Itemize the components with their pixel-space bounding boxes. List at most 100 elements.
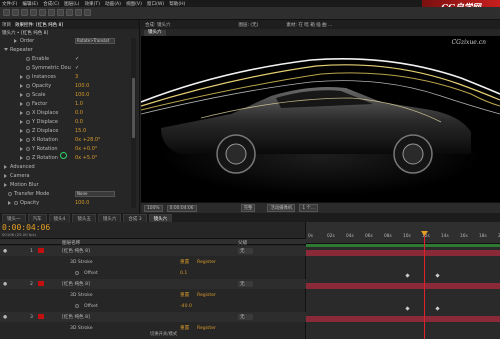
comp-title[interactable]: 合成: 镜头六 — [145, 22, 170, 28]
effect-property-row[interactable]: Scale 100.0 — [0, 91, 140, 99]
camera-tool-icon[interactable] — [39, 9, 46, 16]
parent-dropdown[interactable]: 无 — [238, 314, 253, 320]
pan-tool-icon[interactable] — [48, 9, 55, 16]
layer-row[interactable]: ● 3 [红色 纯色 8] 无 — [0, 312, 306, 322]
timeline-tab[interactable]: 镜头一 — [2, 214, 26, 222]
property-dropdown[interactable]: Rotate>Translat — [75, 38, 115, 44]
pen-tool-icon[interactable] — [66, 9, 73, 16]
menu-item[interactable]: 视图(V) — [126, 1, 142, 7]
effect-property-row[interactable]: Factor 1.0 — [0, 100, 140, 108]
expand-right-icon[interactable] — [8, 201, 12, 205]
hand-tool-icon[interactable] — [12, 9, 19, 16]
work-area-bar[interactable] — [306, 244, 500, 247]
stopwatch-icon[interactable] — [14, 201, 18, 205]
scrollbar-thumb[interactable] — [132, 78, 135, 138]
timeline-tab[interactable]: 镜头4 — [48, 214, 71, 222]
rotate-tool-icon[interactable] — [30, 9, 37, 16]
effect-name[interactable]: 3D Stroke — [70, 326, 93, 331]
zoom-dropdown[interactable]: 100% — [144, 204, 163, 212]
current-time-indicator[interactable] — [424, 231, 425, 339]
footage-title[interactable]: 素材: 在 暗 箱 插 曲 ... — [286, 22, 332, 28]
stopwatch-icon[interactable] — [75, 271, 79, 275]
camera-dropdown[interactable]: 活动摄像机 — [267, 204, 296, 212]
menu-item[interactable]: 图层(L) — [64, 1, 79, 7]
parent-dropdown[interactable]: 无 — [238, 281, 253, 287]
effect-property-row[interactable]: Opacity 100.0 — [0, 82, 140, 90]
expand-right-icon[interactable] — [20, 129, 24, 133]
stopwatch-icon[interactable] — [26, 129, 30, 133]
stopwatch-icon[interactable] — [26, 66, 30, 70]
resolution-dropdown[interactable]: 完整 — [240, 204, 256, 212]
timeline-tab[interactable]: 镜头五 — [72, 214, 96, 222]
effect-property-row[interactable]: Opacity 100.0 — [0, 199, 140, 207]
property-value[interactable]: 1.0 — [75, 101, 83, 107]
property-value[interactable]: 3 — [75, 74, 78, 80]
layer-duration-bar[interactable] — [306, 250, 500, 256]
current-time-display[interactable]: 0:00:04:06 — [166, 204, 197, 212]
stopwatch-icon[interactable] — [26, 57, 30, 61]
property-value[interactable]: 100.0 — [75, 83, 89, 89]
expand-right-icon[interactable] — [4, 165, 8, 169]
register-link[interactable]: Register — [197, 293, 216, 298]
timeline-tab[interactable]: 镜头六 — [97, 214, 122, 222]
effect-property-row[interactable]: Enable ✓ — [0, 55, 140, 63]
effect-property-row[interactable]: Symmetric Dou ✓ — [0, 64, 140, 72]
expand-right-icon[interactable] — [20, 120, 24, 124]
property-value[interactable]: 0.0 — [75, 110, 83, 116]
switches-modes-toggle[interactable]: 切换开关/模式 — [150, 331, 177, 337]
stopwatch-icon[interactable] — [26, 75, 30, 79]
menu-item[interactable]: 编辑(E) — [22, 1, 38, 7]
visibility-eye-icon[interactable]: ● — [3, 282, 7, 287]
expand-right-icon[interactable] — [4, 174, 8, 178]
layer-row[interactable]: ● 1 [红色 纯色 8] 无 — [0, 246, 306, 256]
property-row[interactable]: Offset -40.0 — [0, 301, 306, 311]
effect-property-row[interactable]: Order Rotate>Translat — [0, 37, 140, 45]
mask-tool-icon[interactable] — [57, 9, 64, 16]
stopwatch-icon[interactable] — [26, 84, 30, 88]
visibility-eye-icon[interactable]: ● — [3, 315, 7, 320]
reset-link[interactable]: 重置 — [180, 292, 189, 298]
stopwatch-icon[interactable] — [26, 138, 30, 142]
layer-name[interactable]: [红色 纯色 8] — [62, 248, 90, 254]
effect-name[interactable]: 3D Stroke — [70, 293, 93, 298]
keyframe-icon[interactable] — [435, 273, 440, 278]
effect-property-row[interactable]: Camera — [0, 172, 140, 180]
effect-property-row[interactable]: Z Displace 15.0 — [0, 127, 140, 135]
timeline-tab[interactable]: 汽车 — [27, 214, 47, 222]
stopwatch-icon[interactable] — [26, 156, 30, 160]
property-value[interactable]: 0x +5.0° — [75, 155, 97, 161]
checkbox-checked-icon[interactable]: ✓ — [75, 56, 79, 62]
menu-item[interactable]: 动画(A) — [105, 1, 121, 7]
time-ruler[interactable]: 0s02s04s06s08s10s12s14s16s18s20s — [306, 222, 500, 244]
layer-row[interactable]: ● 2 [红色 纯色 8] 无 — [0, 279, 306, 289]
text-tool-icon[interactable] — [75, 9, 82, 16]
layer-title[interactable]: 图层: (无) — [238, 22, 258, 28]
register-link[interactable]: Register — [197, 260, 216, 265]
comp-viewer[interactable]: CGzixue.cn — [141, 36, 500, 202]
effect-scrollbar[interactable] — [131, 38, 136, 208]
effect-property-row[interactable]: X Rotation 0x +28.0° — [0, 136, 140, 144]
timeline-tab[interactable]: 镜头六 — [148, 214, 173, 222]
expand-right-icon[interactable] — [20, 156, 24, 160]
layer-name[interactable]: [红色 纯色 8] — [62, 281, 90, 287]
stopwatch-icon[interactable] — [75, 304, 79, 308]
menu-item[interactable]: 合成(C) — [43, 1, 59, 7]
effect-property-row[interactable]: Y Rotation 0x +0.0° — [0, 145, 140, 153]
visibility-eye-icon[interactable]: ● — [3, 249, 7, 254]
layer-name[interactable]: [红色 纯色 8] — [62, 314, 90, 320]
property-value[interactable]: 0x +0.0° — [75, 146, 97, 152]
property-value[interactable]: -40.0 — [180, 304, 192, 309]
expand-right-icon[interactable] — [20, 147, 24, 151]
selection-tool-icon[interactable] — [3, 9, 10, 16]
register-link[interactable]: Register — [197, 326, 216, 331]
stopwatch-icon[interactable] — [26, 93, 30, 97]
effect-property-row[interactable]: Advanced — [0, 163, 140, 171]
expand-right-icon[interactable] — [20, 93, 24, 97]
timecode[interactable]: 0:00:04:06 — [2, 223, 50, 232]
layer-duration-bar[interactable] — [306, 316, 500, 322]
expand-right-icon[interactable] — [20, 102, 24, 106]
property-value[interactable]: 100.0 — [75, 92, 89, 98]
stopwatch-icon[interactable] — [26, 102, 30, 106]
expand-right-icon[interactable] — [20, 111, 24, 115]
effect-property-row[interactable]: Repeater — [0, 46, 140, 54]
